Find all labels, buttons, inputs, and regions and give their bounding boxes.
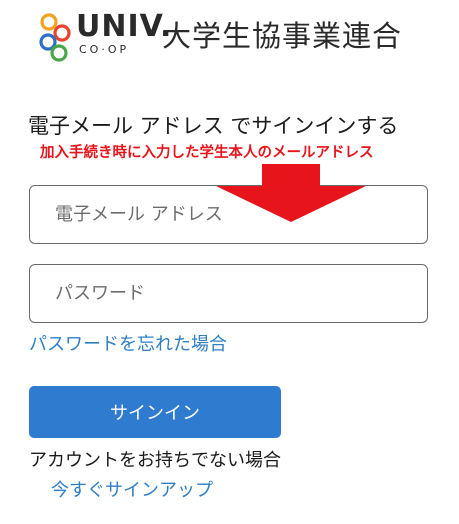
signup-link[interactable]: 今すぐサインアップ bbox=[51, 479, 213, 503]
brand-organization-name: 大学生協事業連合 bbox=[162, 19, 403, 53]
password-input[interactable] bbox=[29, 264, 428, 323]
coop-circles-logo-icon bbox=[39, 13, 71, 62]
forgot-password-link[interactable]: パスワードを忘れた場合 bbox=[29, 333, 227, 357]
red-arrow-down-icon bbox=[216, 164, 366, 222]
brand-univ-text: UNIV. bbox=[76, 9, 173, 44]
signin-page: UNIV. CO·OP 大学生協事業連合 電子メール アドレス でサインインする… bbox=[0, 0, 459, 524]
brand-coop-text: CO·OP bbox=[79, 43, 130, 56]
signin-heading: 電子メール アドレス でサインインする bbox=[28, 114, 399, 138]
no-account-text: アカウントをお持ちでない場合 bbox=[29, 450, 281, 471]
email-annotation: 加入手続き時に入力した学生本人のメールアドレス bbox=[40, 142, 374, 164]
signin-button[interactable]: サインイン bbox=[29, 386, 281, 438]
